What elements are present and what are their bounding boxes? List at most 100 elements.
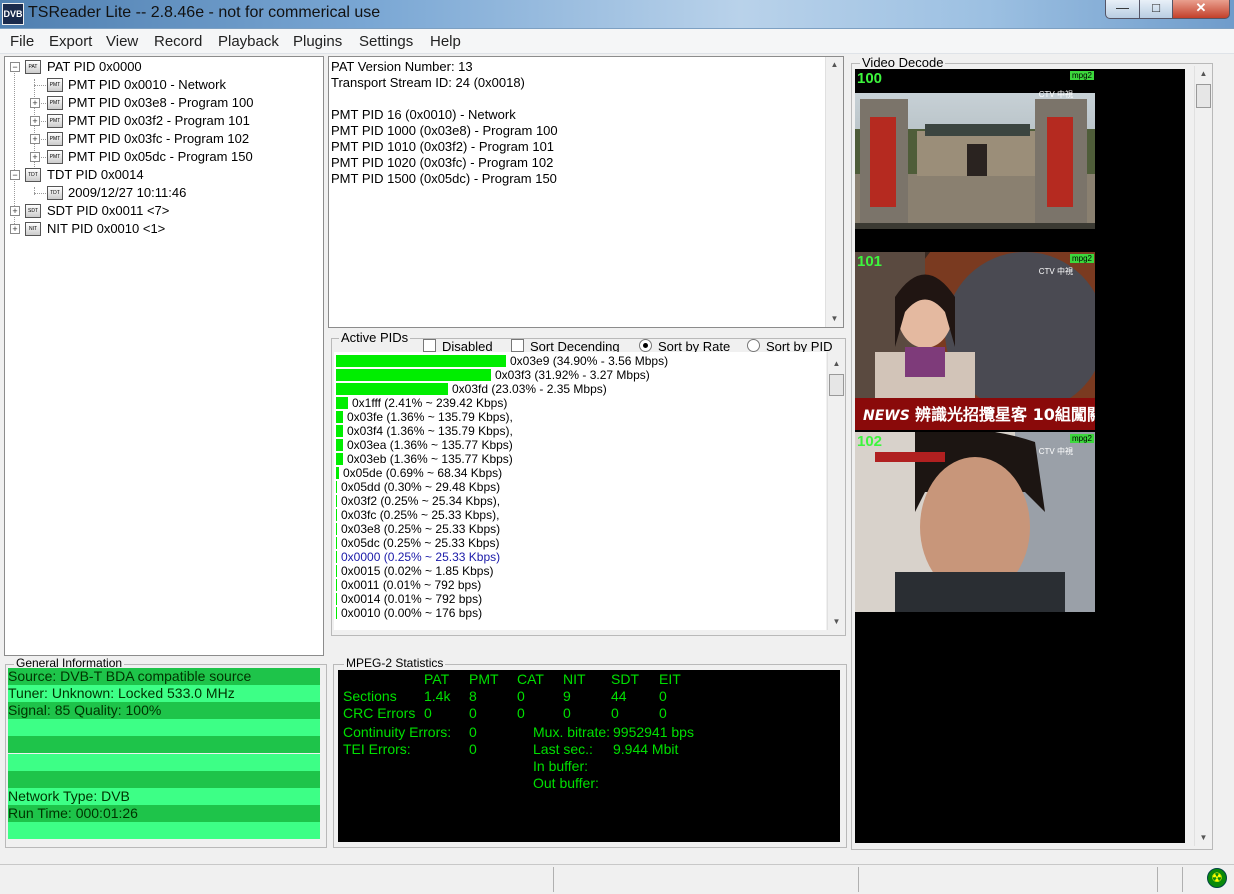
video-thumb-102[interactable]: 102 mpg2 CTV 中視 bbox=[855, 432, 1095, 612]
pid-row-label[interactable]: 0x03fc (0.25% ~ 25.33 Kbps), bbox=[341, 508, 499, 522]
pid-rate-bar bbox=[336, 551, 337, 563]
pid-row-label[interactable]: 0x03eb (1.36% ~ 135.77 Kbps) bbox=[347, 452, 513, 466]
pid-row-label[interactable]: 0x05dd (0.30% ~ 29.48 Kbps) bbox=[341, 480, 500, 494]
program-number: 100 bbox=[857, 70, 883, 87]
scroll-thumb[interactable] bbox=[1196, 84, 1211, 108]
pid-list-scrollbar[interactable]: ▲ ▼ bbox=[827, 352, 845, 630]
expand-icon[interactable]: + bbox=[10, 206, 20, 216]
continuity-errors-value: 0 bbox=[469, 724, 477, 740]
pid-row-label[interactable]: 0x03e8 (0.25% ~ 25.33 Kbps) bbox=[341, 522, 500, 536]
info-line: PMT PID 16 (0x0010) - Network bbox=[331, 107, 516, 122]
mux-bitrate-label: Mux. bitrate: bbox=[533, 724, 611, 740]
expand-icon[interactable]: + bbox=[30, 152, 40, 162]
video-thumb-101[interactable]: 辨識光招攬星客 10組闖關遊台灣 NEWS 101 mpg2 CTV 中視 bbox=[855, 252, 1095, 430]
menu-bar: File Export View Record Playback Plugins… bbox=[0, 29, 1234, 54]
pid-row-label[interactable]: 0x03f4 (1.36% ~ 135.79 Kbps), bbox=[347, 424, 513, 438]
tree-item-label: PMT PID 0x0010 - Network bbox=[68, 77, 226, 92]
col-pmt: PMT bbox=[469, 671, 499, 687]
pmt-icon: PMT bbox=[47, 150, 63, 164]
sections-label: Sections bbox=[343, 688, 397, 704]
pid-row-label[interactable]: 0x03ea (1.36% ~ 135.77 Kbps) bbox=[347, 438, 513, 452]
checkbox-icon bbox=[423, 339, 436, 352]
info-scrollbar[interactable]: ▲ ▼ bbox=[825, 57, 843, 327]
pid-row-label[interactable]: 0x0010 (0.00% ~ 176 bps) bbox=[341, 606, 482, 620]
col-eit: EIT bbox=[659, 671, 681, 687]
sections-nit: 9 bbox=[563, 688, 571, 704]
active-pids-legend: Active PIDs bbox=[339, 330, 411, 345]
window-title: TSReader Lite -- 2.8.46e - not for comme… bbox=[28, 4, 381, 21]
pid-row-label[interactable]: 0x05dc (0.25% ~ 25.33 Kbps) bbox=[341, 536, 499, 550]
general-info-row bbox=[8, 753, 320, 771]
menu-record[interactable]: Record bbox=[154, 33, 202, 50]
scroll-thumb[interactable] bbox=[829, 374, 844, 396]
channel-logo: CTV 中視 bbox=[1038, 267, 1073, 276]
pid-row-label[interactable]: 0x0000 (0.25% ~ 25.33 Kbps) bbox=[341, 550, 500, 564]
menu-export[interactable]: Export bbox=[49, 33, 92, 50]
tree-item-label: SDT PID 0x0011 <7> bbox=[47, 203, 170, 218]
menu-settings[interactable]: Settings bbox=[359, 33, 413, 50]
scroll-down-icon[interactable]: ▼ bbox=[828, 614, 845, 630]
close-icon: ✕ bbox=[1195, 0, 1207, 15]
crc-errors-label: CRC Errors bbox=[343, 705, 416, 721]
scroll-up-icon[interactable]: ▲ bbox=[828, 356, 845, 372]
pid-row-label[interactable]: 0x0015 (0.02% ~ 1.85 Kbps) bbox=[341, 564, 493, 578]
scroll-up-icon[interactable]: ▲ bbox=[1195, 66, 1212, 82]
scroll-up-icon[interactable]: ▲ bbox=[826, 57, 843, 73]
expand-icon[interactable]: + bbox=[30, 98, 40, 108]
pid-row-label[interactable]: 0x03f2 (0.25% ~ 25.34 Kbps), bbox=[341, 494, 500, 508]
crc-pat: 0 bbox=[424, 705, 432, 721]
out-buffer-label: Out buffer: bbox=[533, 775, 599, 791]
mpeg-stats-panel: PAT PMT CAT NIT SDT EIT Sections 1.4k 8 … bbox=[338, 670, 840, 842]
close-button[interactable]: ✕ bbox=[1172, 0, 1230, 19]
pid-row-label[interactable]: 0x05de (0.69% ~ 68.34 Kbps) bbox=[343, 466, 502, 480]
pid-row-label[interactable]: 0x0011 (0.01% ~ 792 bps) bbox=[341, 578, 481, 592]
maximize-icon: □ bbox=[1152, 0, 1160, 15]
tree-item-label: PAT PID 0x0000 bbox=[47, 59, 142, 74]
info-line: PMT PID 1020 (0x03fc) - Program 102 bbox=[331, 155, 554, 170]
expand-icon[interactable]: + bbox=[30, 116, 40, 126]
general-info-row: Network Type: DVB bbox=[8, 787, 320, 805]
pmt-icon: PMT bbox=[47, 114, 63, 128]
pid-list[interactable]: 0x03e9 (34.90% - 3.56 Mbps) 0x03f3 (31.92… bbox=[334, 352, 826, 630]
menu-help[interactable]: Help bbox=[430, 33, 461, 50]
pid-row-label[interactable]: 0x0014 (0.01% ~ 792 bps) bbox=[341, 592, 482, 606]
scroll-down-icon[interactable]: ▼ bbox=[1195, 830, 1212, 846]
general-info-row bbox=[8, 821, 320, 839]
channel-logo: CTV 中視 bbox=[1038, 447, 1073, 456]
pid-row-label[interactable]: 0x03f3 (31.92% - 3.27 Mbps) bbox=[495, 368, 650, 382]
tree-item-label: PMT PID 0x03f2 - Program 101 bbox=[68, 113, 250, 128]
info-line: PMT PID 1010 (0x03f2) - Program 101 bbox=[331, 139, 555, 154]
expand-icon[interactable]: + bbox=[30, 134, 40, 144]
pid-row-label[interactable]: 0x03e9 (34.90% - 3.56 Mbps) bbox=[510, 354, 668, 368]
pid-rate-bar bbox=[336, 509, 337, 521]
pid-rate-bar bbox=[336, 467, 339, 479]
info-line: PAT Version Number: 13 bbox=[331, 59, 473, 74]
menu-view[interactable]: View bbox=[106, 33, 138, 50]
in-buffer-label: In buffer: bbox=[533, 758, 589, 774]
pmt-icon: PMT bbox=[47, 78, 63, 92]
collapse-icon[interactable]: − bbox=[10, 62, 20, 72]
maximize-button[interactable]: □ bbox=[1139, 0, 1173, 19]
expand-icon[interactable]: + bbox=[10, 224, 20, 234]
pid-row-label[interactable]: 0x03fd (23.03% - 2.35 Mbps) bbox=[452, 382, 607, 396]
pid-tree[interactable]: − PAT PAT PID 0x0000 PMT PMT PID 0x0010 … bbox=[4, 56, 324, 656]
info-line: PMT PID 1500 (0x05dc) - Program 150 bbox=[331, 171, 557, 186]
collapse-icon[interactable]: − bbox=[10, 170, 20, 180]
radio-icon bbox=[747, 339, 760, 352]
svg-text:NEWS: NEWS bbox=[863, 408, 910, 424]
general-info-row bbox=[8, 719, 320, 737]
menu-playback[interactable]: Playback bbox=[218, 33, 279, 50]
video-scrollbar[interactable]: ▲ ▼ bbox=[1194, 66, 1212, 846]
pid-row-label[interactable]: 0x1fff (2.41% ~ 239.42 Kbps) bbox=[352, 396, 507, 410]
checkbox-icon bbox=[511, 339, 524, 352]
pid-row-label[interactable]: 0x03fe (1.36% ~ 135.79 Kbps), bbox=[347, 410, 513, 424]
menu-file[interactable]: File bbox=[10, 33, 34, 50]
menu-plugins[interactable]: Plugins bbox=[293, 33, 342, 50]
general-info-row bbox=[8, 770, 320, 788]
minimize-button[interactable]: — bbox=[1105, 0, 1140, 19]
pmt-icon: PMT bbox=[47, 132, 63, 146]
video-thumb-100[interactable]: 100 mpg2 CTV 中視 bbox=[855, 69, 1095, 229]
scroll-down-icon[interactable]: ▼ bbox=[826, 311, 843, 327]
radio-selected-icon bbox=[639, 339, 652, 352]
info-text-panel[interactable]: PAT Version Number: 13 Transport Stream … bbox=[328, 56, 844, 328]
